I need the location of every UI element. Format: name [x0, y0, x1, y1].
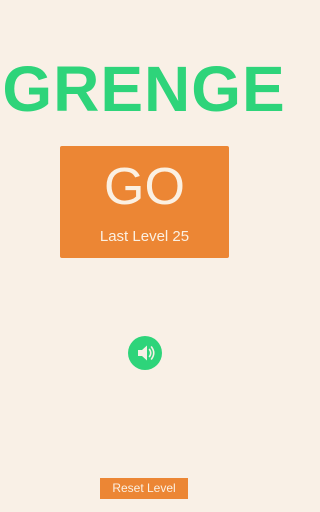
last-level-text: Last Level 25 [99, 228, 190, 245]
reset-level-button[interactable]: Reset Level [100, 478, 188, 499]
go-label: GO [104, 158, 185, 216]
game-title: GRENGE [2, 53, 286, 125]
sound-toggle-button[interactable] [128, 336, 162, 370]
speaker-icon [138, 345, 155, 361]
go-button[interactable]: GO Last Level 25 [60, 146, 229, 258]
